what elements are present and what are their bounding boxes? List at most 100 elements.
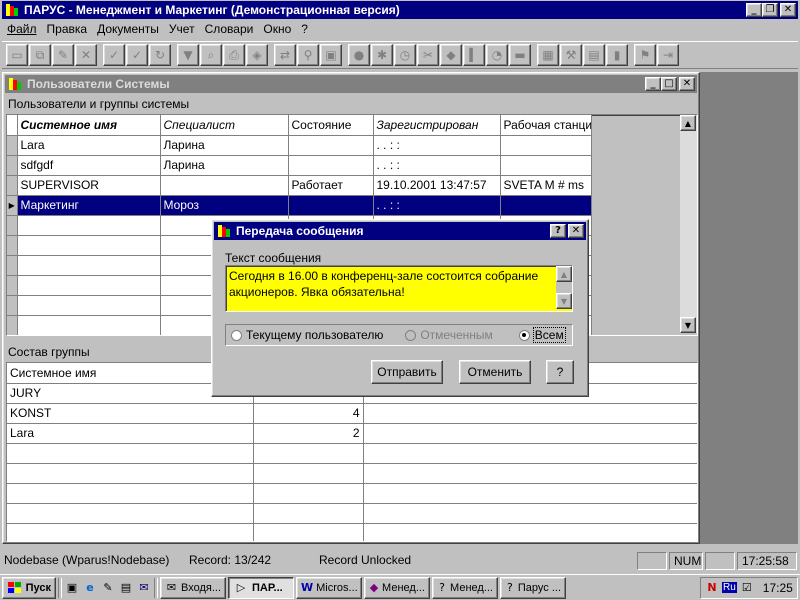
dialog-help-icon[interactable]: ? [550, 224, 566, 238]
norton-icon[interactable]: N [704, 580, 720, 596]
dialog-titlebar[interactable]: Передача сообщения ? ✕ [214, 222, 586, 240]
menu-edit[interactable]: Правка [42, 20, 93, 38]
tray-check-icon[interactable]: ☑ [739, 580, 755, 596]
hammer-icon[interactable]: ⚑ [634, 44, 656, 66]
dialog-title: Передача сообщения [236, 224, 364, 238]
window-app-icon[interactable] [7, 76, 23, 92]
table-row-empty[interactable] [7, 483, 697, 504]
dialog-close-icon[interactable]: ✕ [568, 224, 584, 238]
menu-dictionaries[interactable]: Словари [200, 20, 259, 38]
link-icon[interactable]: ⚲ [297, 44, 319, 66]
edit-record-icon[interactable]: ✎ [52, 44, 74, 66]
menu-file[interactable]: Файл [2, 20, 42, 38]
save-icon[interactable]: ▣ [320, 44, 342, 66]
copy-record-icon[interactable]: ⧉ [29, 44, 51, 66]
table-row-empty[interactable] [7, 523, 697, 541]
cancel-button[interactable]: Отменить [459, 360, 531, 384]
print-icon[interactable]: ⎙ [223, 44, 245, 66]
close-icon[interactable]: ✕ [780, 3, 796, 17]
parus-icon: ▷ [236, 581, 246, 594]
minimize-icon[interactable]: _ [746, 3, 762, 17]
taskbar-button-word[interactable]: W Micros... [296, 576, 362, 599]
marker-icon[interactable]: ▍ [463, 44, 485, 66]
book-icon[interactable]: ▮ [606, 44, 628, 66]
users-window-title: Пользователи Системы [27, 77, 170, 91]
paint-icon[interactable]: ◆ [440, 44, 462, 66]
message-text[interactable]: Сегодня в 16.00 в конференц-зале состоит… [229, 268, 551, 300]
check-all-icon[interactable]: ✓ [126, 44, 148, 66]
quicklaunch-outlook-icon[interactable]: ✉ [136, 580, 152, 596]
child-maximize-icon[interactable]: □ [661, 77, 677, 91]
settings-icon[interactable]: ✱ [371, 44, 393, 66]
taskbar-button-inbox[interactable]: ✉ Входя... [160, 576, 226, 599]
taskbar-button-manager-1[interactable]: ◆ Менед... [364, 576, 430, 599]
col-header-sysname[interactable]: Системное имя [17, 115, 161, 136]
radio-current-user-label[interactable]: Текущему пользователю [246, 328, 383, 342]
child-close-icon[interactable]: ✕ [679, 77, 695, 91]
col-header-specialist[interactable]: Специалист [160, 115, 289, 136]
exit-icon[interactable]: ⇥ [657, 44, 679, 66]
calc-icon[interactable]: ▦ [537, 44, 559, 66]
find-icon[interactable]: ⌕ [200, 44, 222, 66]
toolbar: ▭ ⧉ ✎ ✕ ✓ ✓ ↻ ▼ ⌕ ⎙ ◈ ⇄ ⚲ ▣ ● ✱ ◷ ✂ ◆ ▍ … [2, 41, 798, 69]
message-scroll-up-icon[interactable]: ▲ [556, 266, 572, 282]
taskbar-button-manager-2[interactable]: ? Менед... [432, 576, 498, 599]
radio-all-label[interactable]: Всем [532, 327, 566, 343]
new-record-icon[interactable]: ▭ [6, 44, 28, 66]
message-scrollbar[interactable]: ▲ ▼ [556, 266, 572, 309]
scroll-down-icon[interactable]: ▼ [680, 317, 696, 333]
taskbar-button-parus-2[interactable]: ? Парус ... [500, 576, 566, 599]
app-icon[interactable] [4, 2, 20, 18]
grid-icon[interactable]: ▤ [583, 44, 605, 66]
table-row-empty[interactable] [7, 463, 697, 484]
send-button[interactable]: Отправить [371, 360, 443, 384]
tools-icon[interactable]: ✂ [417, 44, 439, 66]
message-scroll-down-icon[interactable]: ▼ [556, 293, 572, 309]
move-icon[interactable]: ⇄ [274, 44, 296, 66]
table-row[interactable]: Lara 2 [7, 423, 697, 444]
export-icon[interactable]: ◈ [246, 44, 268, 66]
users-scrollbar[interactable]: ▲ ▼ [680, 115, 697, 333]
tray-lang[interactable]: Ru [722, 582, 737, 593]
filter-icon[interactable]: ▼ [177, 44, 199, 66]
radio-current-user[interactable] [231, 329, 242, 341]
refresh-icon[interactable]: ↻ [149, 44, 171, 66]
child-minimize-icon[interactable]: _ [645, 77, 661, 91]
help-button[interactable]: ? [546, 360, 574, 384]
pie-icon[interactable]: ◔ [486, 44, 508, 66]
table-row[interactable]: sdfgdf Ларина . . : : [7, 155, 592, 176]
radio-all[interactable] [518, 329, 530, 341]
users-window-titlebar[interactable]: Пользователи Системы _ □ ✕ [5, 75, 697, 93]
col-header-workstation[interactable]: Рабочая станци [500, 115, 592, 136]
table-row-empty[interactable] [7, 443, 697, 464]
clock-icon[interactable]: ◷ [394, 44, 416, 66]
table-row[interactable]: KONST 4 [7, 403, 697, 424]
quicklaunch-channel-icon[interactable]: ▤ [118, 580, 134, 596]
table-row-selected[interactable]: ▶ Маркетинг Мороз . . : : [7, 195, 592, 216]
message-textarea[interactable]: Сегодня в 16.00 в конференц-зале состоит… [225, 265, 573, 312]
col-header-state[interactable]: Состояние [288, 115, 374, 136]
menu-documents[interactable]: Документы [92, 20, 164, 38]
check-icon[interactable]: ✓ [103, 44, 125, 66]
menu-accounting[interactable]: Учет [164, 20, 200, 38]
menu-window[interactable]: Окно [258, 20, 296, 38]
scroll-up-icon[interactable]: ▲ [680, 115, 696, 131]
delete-record-icon[interactable]: ✕ [75, 44, 97, 66]
quicklaunch-ie-icon[interactable]: e [82, 580, 98, 596]
radio-marked [405, 329, 417, 341]
table-row-empty[interactable] [7, 503, 697, 524]
table-row[interactable]: SUPERVISOR Работает 19.10.2001 13:47:57 … [7, 175, 592, 196]
color-icon[interactable]: ● [348, 44, 370, 66]
col-header-registered[interactable]: Зарегистрирован [373, 115, 501, 136]
restore-icon[interactable]: ❐ [762, 3, 778, 17]
quicklaunch-folder-icon[interactable]: ✎ [100, 580, 116, 596]
wrench-icon[interactable]: ⚒ [560, 44, 582, 66]
start-button[interactable]: Пуск [2, 576, 56, 599]
table-row[interactable]: Lara Ларина . . : : [7, 135, 592, 156]
menu-help[interactable]: ? [296, 20, 313, 38]
app-titlebar[interactable]: ПАРУС - Менеджмент и Маркетинг (Демонстр… [2, 1, 798, 19]
folder-icon[interactable]: ▬ [509, 44, 531, 66]
status-time: 17:25:58 [737, 552, 797, 570]
quicklaunch-desktop-icon[interactable]: ▣ [64, 580, 80, 596]
taskbar-button-parus[interactable]: ▷ ПАР... [228, 576, 294, 599]
